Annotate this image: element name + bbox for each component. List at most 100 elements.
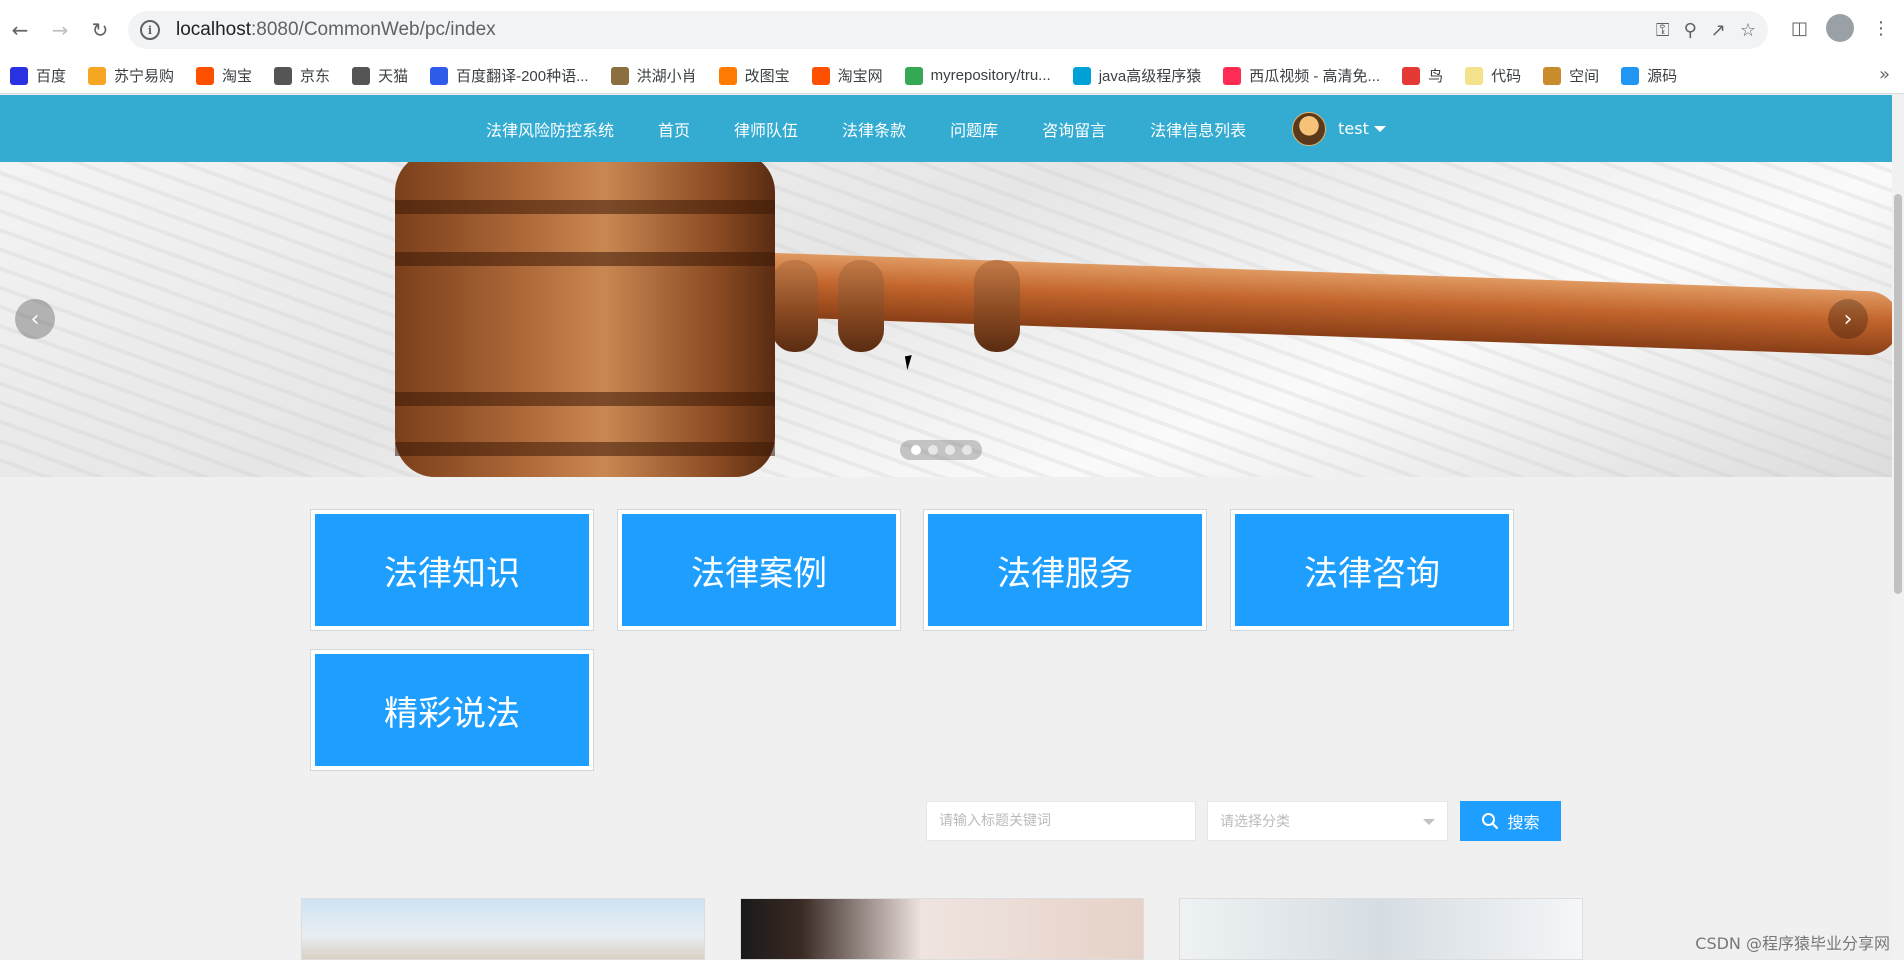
nav-item[interactable]: 法律风险防控系统 — [486, 117, 614, 141]
tile-label: 法律案例 — [622, 514, 896, 626]
carousel-indicators — [900, 440, 982, 460]
menu-icon[interactable]: ⋮ — [1872, 18, 1890, 39]
tile-legal-services[interactable]: 法律服务 — [923, 509, 1207, 631]
banner-carousel — [0, 162, 1892, 477]
carousel-dot[interactable] — [927, 445, 938, 455]
bookmark-label: 西瓜视频 - 高清免... — [1249, 68, 1381, 85]
bookmark-label: 苏宁易购 — [114, 68, 175, 85]
bookmark-favicon-icon — [352, 66, 371, 85]
bookmark-label: 淘宝网 — [837, 68, 883, 85]
search-input[interactable] — [926, 801, 1196, 841]
back-icon[interactable]: ← — [6, 16, 34, 44]
tile-legal-cases[interactable]: 法律案例 — [617, 509, 901, 631]
bookmark-item[interactable]: myrepository/tru... — [904, 66, 1051, 85]
bookmark-favicon-icon — [718, 66, 737, 85]
article-card[interactable] — [301, 898, 705, 960]
carousel-prev-icon[interactable]: ‹ — [15, 299, 55, 339]
bookmark-favicon-icon — [196, 66, 215, 85]
bookmark-item[interactable]: 空间 — [1543, 65, 1599, 86]
bookmark-item[interactable]: 改图宝 — [718, 65, 790, 86]
bookmark-favicon-icon — [1223, 66, 1242, 85]
article-card[interactable] — [740, 898, 1144, 960]
bookmark-favicon-icon — [1465, 66, 1484, 85]
bookmark-label: 源码 — [1647, 68, 1678, 85]
site-info-icon[interactable]: i — [140, 20, 160, 40]
bookmark-label: 百度 — [36, 68, 67, 85]
page-scrollbar[interactable] — [1892, 95, 1904, 960]
bookmark-item[interactable]: java高级程序猿 — [1072, 65, 1201, 86]
tile-legal-knowledge[interactable]: 法律知识 — [310, 509, 594, 631]
tile-label: 法律知识 — [315, 514, 589, 626]
bookmark-label: 天猫 — [378, 68, 409, 85]
tile-label: 精彩说法 — [315, 654, 589, 766]
bookmark-favicon-icon — [904, 66, 923, 85]
carousel-dot[interactable] — [961, 445, 972, 455]
bookmark-item[interactable]: 源码 — [1621, 65, 1677, 86]
profile-icon[interactable] — [1826, 14, 1854, 42]
carousel-dot[interactable] — [910, 445, 921, 455]
article-card[interactable] — [1179, 898, 1583, 960]
nav-item[interactable]: 法律条款 — [842, 117, 906, 141]
bookmark-favicon-icon — [10, 66, 28, 85]
bookmark-item[interactable]: 京东 — [274, 65, 330, 86]
bookmark-item[interactable]: 鸟 — [1402, 65, 1443, 86]
bookmark-favicon-icon — [1072, 66, 1091, 85]
caret-down-icon — [1373, 125, 1386, 132]
carousel-dot[interactable] — [944, 445, 955, 455]
site-navbar: 法律风险防控系统 首页 律师队伍 法律条款 问题库 咨询留言 法律信息列表 test — [0, 95, 1892, 162]
bookmark-item[interactable]: 淘宝网 — [811, 65, 883, 86]
bookmark-label: 洪湖小肖 — [636, 68, 697, 85]
key-icon[interactable]: ⚿ — [1656, 20, 1670, 41]
username: test — [1338, 119, 1369, 138]
user-menu[interactable]: test — [1292, 111, 1386, 146]
gavel-ring — [772, 260, 818, 352]
bookmark-item[interactable]: 天猫 — [352, 65, 408, 86]
bookmark-label: 百度翻译-200种语... — [456, 68, 589, 85]
category-select[interactable]: 请选择分类 — [1207, 801, 1448, 841]
more-bookmarks-icon[interactable]: » — [1879, 64, 1890, 85]
search-icon — [1482, 813, 1499, 830]
browser-toolbar: ← → ↻ i localhost:8080/CommonWeb/pc/inde… — [0, 0, 1904, 58]
bookmark-label: 空间 — [1569, 68, 1600, 85]
bookmark-favicon-icon — [430, 66, 449, 85]
nav-item[interactable]: 律师队伍 — [734, 117, 798, 141]
gavel-band — [395, 252, 775, 266]
watermark: CSDN @程序猿毕业分享网 — [1695, 934, 1890, 953]
scrollbar-thumb[interactable] — [1894, 194, 1902, 594]
nav-item[interactable]: 首页 — [658, 117, 690, 141]
bookmark-item[interactable]: 代码 — [1465, 65, 1521, 86]
carousel-next-icon[interactable]: › — [1828, 299, 1868, 339]
star-icon[interactable]: ☆ — [1740, 20, 1756, 41]
bookmark-label: 淘宝 — [222, 68, 253, 85]
search-button[interactable]: 搜索 — [1460, 801, 1561, 841]
nav-item[interactable]: 法律信息列表 — [1150, 117, 1246, 141]
gavel-band — [395, 200, 775, 214]
tile-legal-consultation[interactable]: 法律咨询 — [1230, 509, 1514, 631]
reload-icon[interactable]: ↻ — [86, 16, 114, 44]
bookmark-favicon-icon — [88, 66, 107, 85]
category-placeholder: 请选择分类 — [1220, 814, 1290, 830]
chevron-down-icon — [1423, 819, 1435, 825]
tile-law-talks[interactable]: 精彩说法 — [310, 649, 594, 771]
gavel-band — [395, 392, 775, 406]
avatar — [1292, 111, 1327, 146]
bookmarks-bar: 百度 苏宁易购 淘宝 京东 天猫 百度翻译-200种语... 洪湖小肖 改图宝 淘宝网 myrep… — [0, 58, 1904, 94]
bookmark-item[interactable]: 淘宝 — [196, 65, 252, 86]
bookmark-item[interactable]: 西瓜视频 - 高清免... — [1223, 65, 1380, 86]
bookmark-label: 代码 — [1491, 68, 1522, 85]
side-panel-icon[interactable]: ◫ — [1791, 18, 1808, 39]
bookmark-item[interactable]: 洪湖小肖 — [610, 65, 697, 86]
bookmark-item[interactable]: 百度 — [10, 65, 66, 86]
bookmark-favicon-icon — [610, 66, 629, 85]
mouse-cursor — [904, 353, 922, 371]
share-icon[interactable]: ↗ — [1711, 20, 1726, 41]
nav-item[interactable]: 问题库 — [950, 117, 998, 141]
address-bar[interactable]: i localhost:8080/CommonWeb/pc/index ⚿ ⚲ … — [128, 11, 1768, 49]
search-button-label: 搜索 — [1507, 813, 1540, 832]
gavel-band — [395, 442, 775, 456]
bookmark-item[interactable]: 苏宁易购 — [88, 65, 174, 86]
bookmark-item[interactable]: 百度翻译-200种语... — [430, 65, 589, 86]
nav-item[interactable]: 咨询留言 — [1042, 117, 1106, 141]
forward-icon[interactable]: → — [46, 16, 74, 44]
zoom-icon[interactable]: ⚲ — [1684, 20, 1697, 41]
